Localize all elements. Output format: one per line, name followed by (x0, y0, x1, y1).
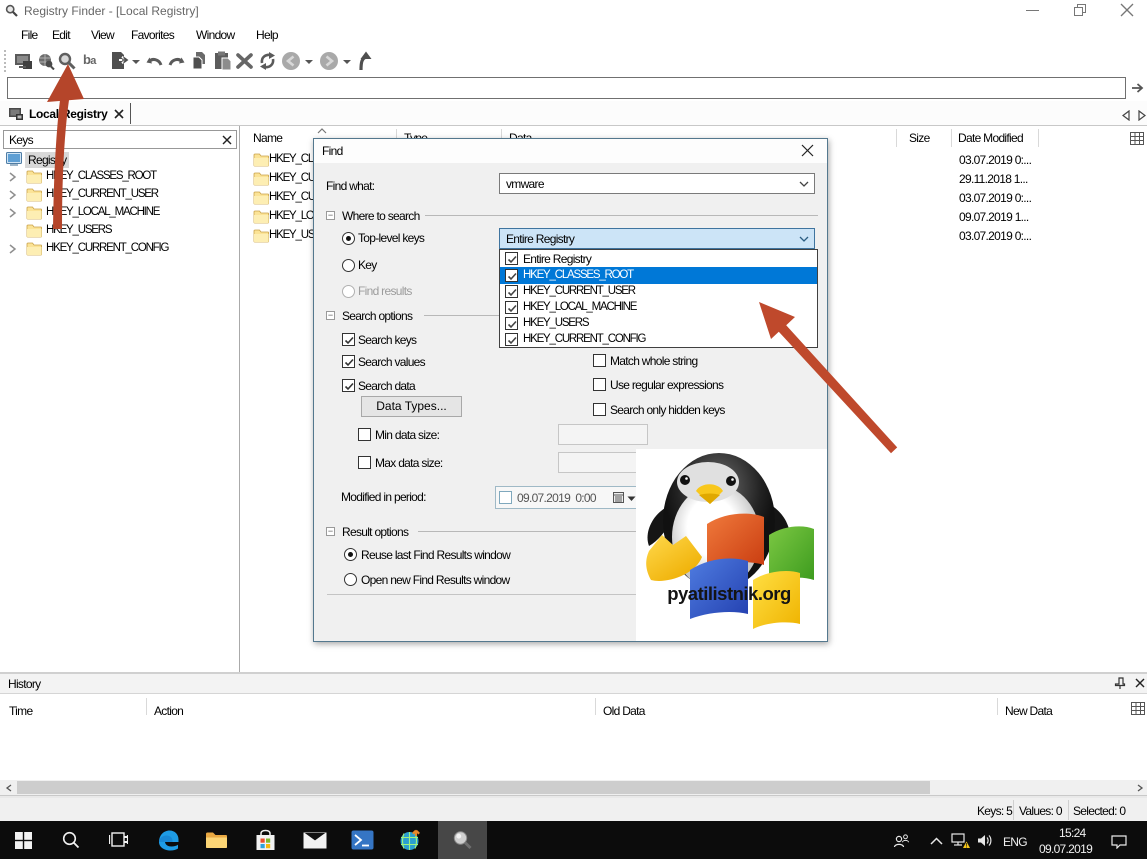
svg-text:!: ! (966, 843, 968, 849)
svg-text:pyatilistnik.org: pyatilistnik.org (667, 583, 791, 604)
